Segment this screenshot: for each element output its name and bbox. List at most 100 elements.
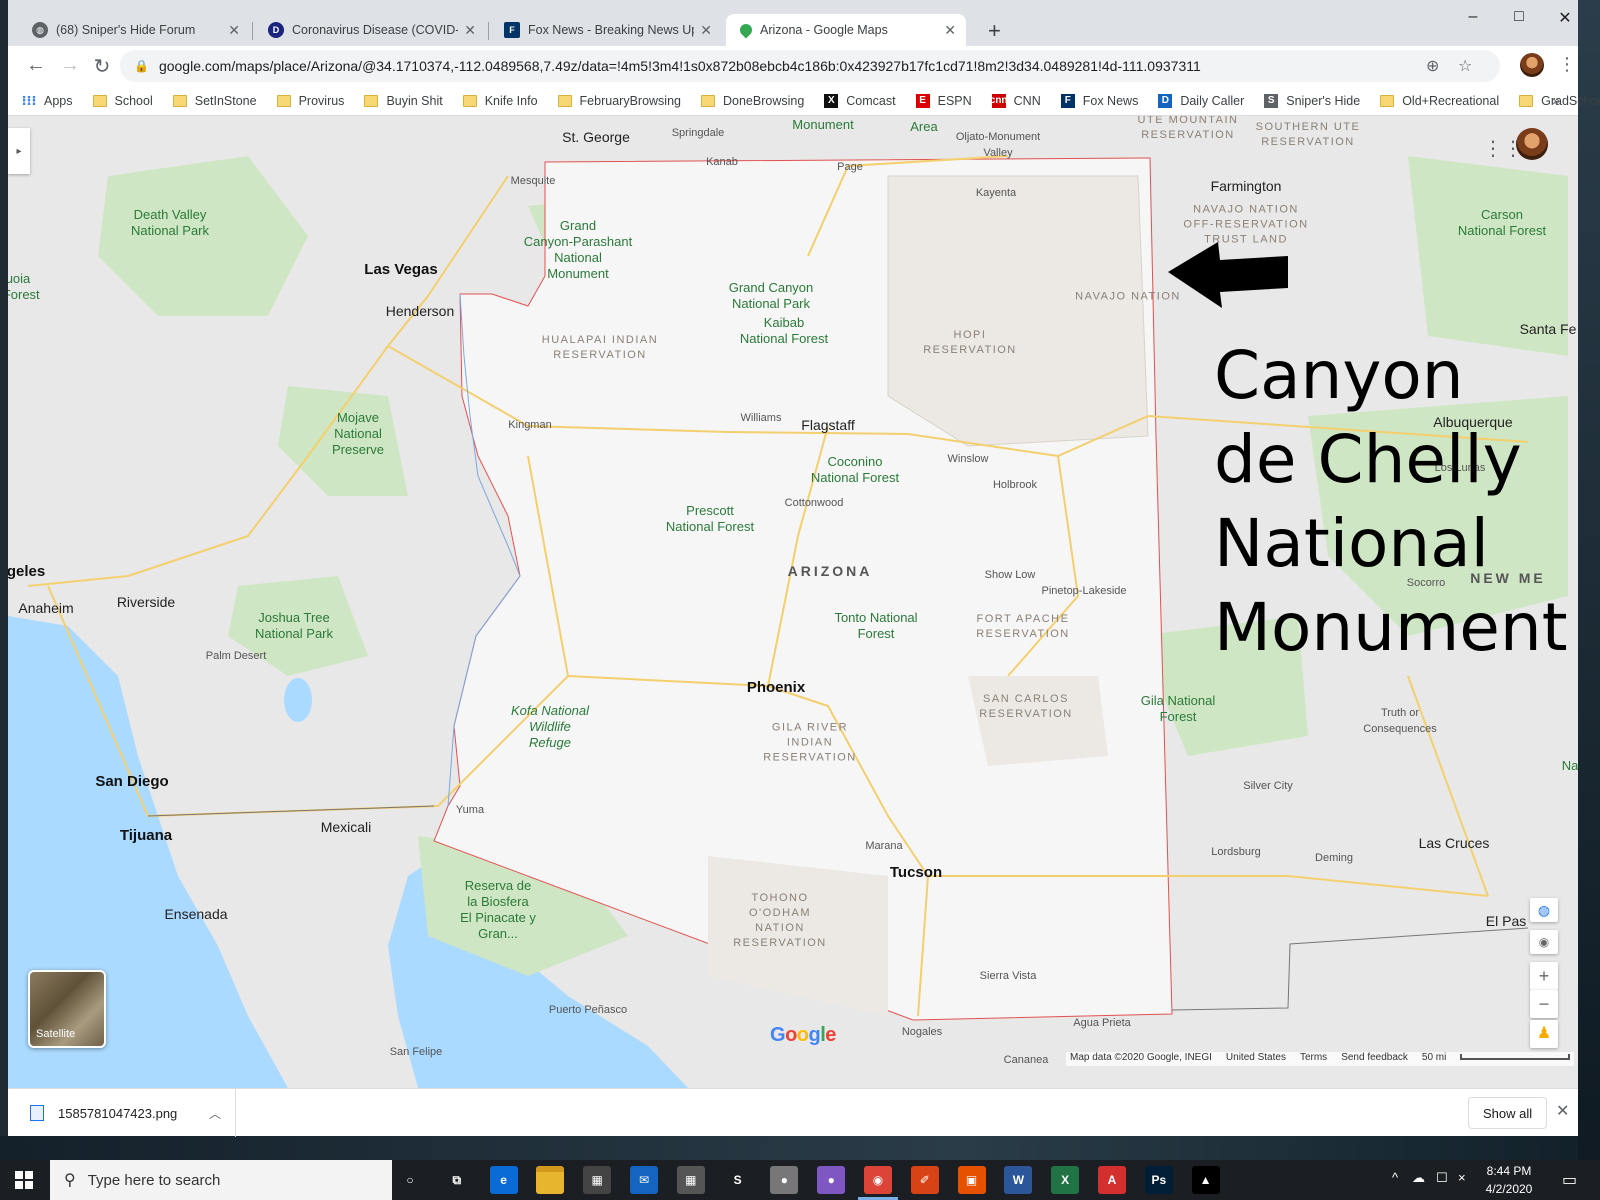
profile-avatar[interactable]: [1520, 53, 1544, 77]
show-all-button[interactable]: Show all: [1468, 1097, 1548, 1129]
super-icon[interactable]: S: [723, 1166, 752, 1194]
map-label[interactable]: Mesquite: [511, 173, 556, 189]
map-label[interactable]: Monument: [792, 117, 853, 133]
map-label[interactable]: Mexicali: [321, 819, 372, 835]
tab-google-maps[interactable]: Arizona - Google Maps ✕: [726, 14, 966, 46]
map-label[interactable]: Kingman: [508, 417, 551, 433]
bookmark-februarybrowsing[interactable]: FebruaryBrowsing: [557, 94, 681, 108]
bookmark-knife-info[interactable]: Knife Info: [462, 94, 538, 108]
map-label[interactable]: Pinetop-Lakeside: [1041, 583, 1126, 599]
reload-button[interactable]: ↻: [90, 54, 114, 79]
bookmark-star-icon[interactable]: ☆: [1458, 56, 1472, 76]
map-label[interactable]: Cananea: [1004, 1052, 1049, 1068]
bookmark-provirus[interactable]: Provirus: [276, 94, 344, 108]
new-tab-button[interactable]: +: [988, 18, 1001, 44]
map-label[interactable]: Holbrook: [993, 477, 1037, 493]
volume-muted-icon[interactable]: ×: [1458, 1170, 1466, 1185]
address-bar[interactable]: 🔒 google.com/maps/place/Arizona/@34.1710…: [120, 50, 1500, 82]
map-label[interactable]: Kanab: [706, 154, 738, 170]
map-label[interactable]: Prescott National Forest: [666, 503, 754, 535]
map-label[interactable]: NAVAJO NATION: [1075, 290, 1181, 305]
notifications-icon[interactable]: ▭: [1562, 1170, 1577, 1190]
map-label[interactable]: Williams: [741, 410, 782, 426]
photos-icon[interactable]: ▲: [1191, 1166, 1220, 1194]
map-label[interactable]: Kayenta: [976, 185, 1016, 201]
send-feedback-link[interactable]: Send feedback: [1341, 1052, 1408, 1066]
bookmark-espn[interactable]: E ESPN: [915, 93, 972, 108]
download-item[interactable]: 1585781047423.png ︿: [22, 1089, 236, 1137]
minimize-button[interactable]: –: [1450, 8, 1496, 26]
network-icon[interactable]: ☐: [1436, 1170, 1448, 1186]
map-label[interactable]: Henderson: [386, 303, 455, 319]
map-label[interactable]: Grand Canyon-Parashant National Monument: [524, 218, 632, 282]
map-label[interactable]: Marana: [865, 838, 902, 854]
bookmark-old-recreational[interactable]: Old+Recreational: [1380, 94, 1499, 108]
map-label[interactable]: Grand Canyon National Park: [729, 280, 814, 312]
bookmark-donebrowsing[interactable]: DoneBrowsing: [700, 94, 804, 108]
map-label[interactable]: Page: [837, 159, 863, 175]
map-label[interactable]: Las Cruces: [1419, 835, 1490, 851]
terms-link[interactable]: Terms: [1300, 1052, 1327, 1066]
map-label[interactable]: UTE MOUNTAIN RESERVATION: [1138, 116, 1239, 143]
maps-app-icon[interactable]: ●: [817, 1166, 846, 1194]
map-label[interactable]: Silver City: [1243, 778, 1293, 794]
map-label[interactable]: Springdale: [672, 125, 725, 141]
map-label[interactable]: Tucson: [890, 865, 942, 881]
map-label[interactable]: Anaheim: [18, 600, 73, 616]
map-label[interactable]: Joshua Tree National Park: [255, 610, 333, 642]
map-label[interactable]: Death Valley National Park: [131, 207, 209, 239]
map-label[interactable]: HUALAPAI INDIAN RESERVATION: [542, 333, 658, 363]
collapse-side-panel-button[interactable]: ▸: [8, 128, 30, 174]
presentation-icon[interactable]: ▣: [957, 1166, 986, 1194]
map-label[interactable]: Kofa National Wildlife Refuge: [511, 703, 589, 751]
map-label[interactable]: San Felipe: [390, 1044, 443, 1060]
map-label[interactable]: Flagstaff: [801, 417, 854, 433]
map-label[interactable]: Area: [910, 119, 937, 135]
start-button[interactable]: [0, 1160, 48, 1200]
map-label[interactable]: GILA RIVER INDIAN RESERVATION: [763, 721, 857, 766]
map-label[interactable]: TOHONO O'ODHAM NATION RESERVATION: [733, 891, 827, 951]
map-label[interactable]: Nogales: [902, 1024, 942, 1040]
satellite-toggle[interactable]: Satellite: [28, 970, 106, 1048]
map-canvas[interactable]: St. George Springdale Monument Area Oljato-M…: [8, 116, 1578, 1088]
account-avatar[interactable]: [1516, 128, 1548, 160]
map-label[interactable]: HOPI RESERVATION: [923, 328, 1017, 358]
paint-icon[interactable]: ✐: [910, 1166, 939, 1194]
bookmark-apps[interactable]: ⁝⁝⁝ Apps: [22, 93, 73, 108]
task-view-icon[interactable]: ⧉: [443, 1166, 471, 1194]
calculator-icon[interactable]: ▦: [676, 1166, 705, 1194]
map-label[interactable]: Phoenix: [747, 680, 805, 696]
map-label[interactable]: Na: [1562, 758, 1578, 774]
tab-snipers-hide[interactable]: ◍ (68) Sniper's Hide Forum ✕: [18, 14, 250, 46]
acrobat-icon[interactable]: A: [1098, 1166, 1126, 1194]
map-label[interactable]: Coconino National Forest: [811, 454, 899, 486]
edge-icon[interactable]: e: [489, 1166, 518, 1194]
bookmark-sniper-s-hide[interactable]: S Sniper's Hide: [1264, 93, 1360, 108]
zoom-out-button[interactable]: −: [1530, 990, 1558, 1018]
install-icon[interactable]: ⊕: [1426, 56, 1439, 76]
map-label[interactable]: NAVAJO NATION OFF-RESERVATION TRUST LAND: [1183, 203, 1308, 248]
map-label[interactable]: Yuma: [456, 802, 484, 818]
map-label[interactable]: Sierra Vista: [980, 968, 1037, 984]
map-label[interactable]: Las Vegas: [364, 262, 437, 278]
map-label[interactable]: Oljato-Monument Valley: [956, 129, 1040, 161]
map-label[interactable]: Deming: [1315, 850, 1353, 866]
map-label[interactable]: Truth or Consequences: [1363, 705, 1436, 737]
map-label[interactable]: San Diego: [95, 774, 168, 790]
bookmark-school[interactable]: School: [92, 94, 153, 108]
map-label[interactable]: Gila National Forest: [1141, 693, 1215, 725]
map-label[interactable]: Palm Desert: [206, 648, 267, 664]
back-button[interactable]: ←: [24, 54, 48, 77]
map-label[interactable]: geles: [8, 564, 45, 580]
map-label[interactable]: Reserva de la Biosfera El Pinacate y Gran..…: [460, 878, 536, 942]
map-label[interactable]: Tonto National Forest: [834, 610, 917, 642]
word-icon[interactable]: W: [1004, 1166, 1033, 1194]
map-label[interactable]: Cottonwood: [785, 495, 844, 511]
tab-close-icon[interactable]: ✕: [228, 22, 240, 39]
photoshop-icon[interactable]: Ps: [1144, 1166, 1173, 1194]
excel-icon[interactable]: X: [1051, 1166, 1080, 1194]
cortana-icon[interactable]: ○: [396, 1166, 424, 1194]
chrome-icon[interactable]: ◉: [864, 1166, 892, 1194]
map-label[interactable]: Riverside: [117, 594, 175, 610]
map-label[interactable]: Winslow: [948, 451, 989, 467]
